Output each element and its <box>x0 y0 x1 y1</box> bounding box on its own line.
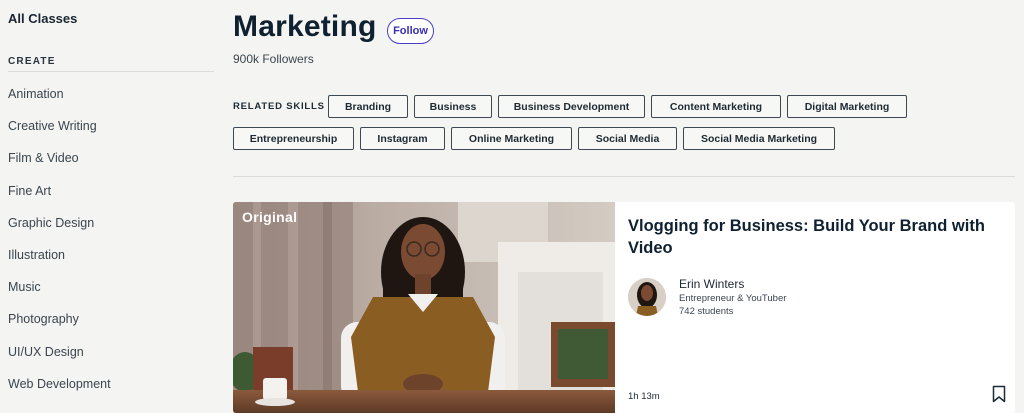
sidebar: All Classes CREATE Animation Creative Wr… <box>0 0 214 413</box>
thumbnail-scene <box>233 202 615 413</box>
skill-chip-content-marketing[interactable]: Content Marketing <box>651 95 781 118</box>
related-skills-label: RELATED SKILLS <box>233 101 325 112</box>
teacher-avatar-image <box>628 278 666 316</box>
skill-chip-business-development[interactable]: Business Development <box>498 95 645 118</box>
avatar[interactable] <box>628 278 666 316</box>
sidebar-section-heading: CREATE <box>8 56 56 67</box>
content-divider <box>233 176 1015 177</box>
skill-chip-business[interactable]: Business <box>414 95 492 118</box>
sidebar-item-fine-art[interactable]: Fine Art <box>8 183 111 215</box>
sidebar-item-animation[interactable]: Animation <box>8 86 111 118</box>
sidebar-item-graphic-design[interactable]: Graphic Design <box>8 215 111 247</box>
teacher-role: Entrepreneur & YouTuber <box>679 293 787 304</box>
teacher-name[interactable]: Erin Winters <box>679 277 744 291</box>
skill-chip-entrepreneurship[interactable]: Entrepreneurship <box>233 127 354 150</box>
skill-chip-digital-marketing[interactable]: Digital Marketing <box>787 95 907 118</box>
sidebar-category-list: Animation Creative Writing Film & Video … <box>8 86 111 408</box>
follower-count: 900k Followers <box>233 52 314 66</box>
student-count: 742 students <box>679 306 734 317</box>
original-badge: Original <box>242 209 298 225</box>
course-duration: 1h 13m <box>628 391 660 402</box>
bookmark-icon[interactable] <box>992 385 1006 403</box>
sidebar-item-film-video[interactable]: Film & Video <box>8 150 111 182</box>
sidebar-item-web-development[interactable]: Web Development <box>8 376 111 408</box>
skill-chip-branding[interactable]: Branding <box>328 95 408 118</box>
page-title: Marketing <box>233 10 377 43</box>
sidebar-item-music[interactable]: Music <box>8 279 111 311</box>
course-title[interactable]: Vlogging for Business: Build Your Brand … <box>628 215 1008 259</box>
skill-chip-social-media[interactable]: Social Media <box>578 127 677 150</box>
sidebar-divider <box>8 71 214 72</box>
follow-button[interactable]: Follow <box>387 18 434 44</box>
skill-chip-online-marketing[interactable]: Online Marketing <box>451 127 572 150</box>
sidebar-item-ui-ux-design[interactable]: UI/UX Design <box>8 344 111 376</box>
all-classes-link[interactable]: All Classes <box>8 11 77 26</box>
sidebar-item-photography[interactable]: Photography <box>8 311 111 343</box>
course-thumbnail[interactable]: Original <box>233 202 615 413</box>
course-card[interactable]: Original Vlogging for Business: Build Yo… <box>233 202 1015 413</box>
skill-chip-instagram[interactable]: Instagram <box>360 127 445 150</box>
skill-chip-social-media-marketing[interactable]: Social Media Marketing <box>683 127 835 150</box>
sidebar-item-illustration[interactable]: Illustration <box>8 247 111 279</box>
sidebar-item-creative-writing[interactable]: Creative Writing <box>8 118 111 150</box>
